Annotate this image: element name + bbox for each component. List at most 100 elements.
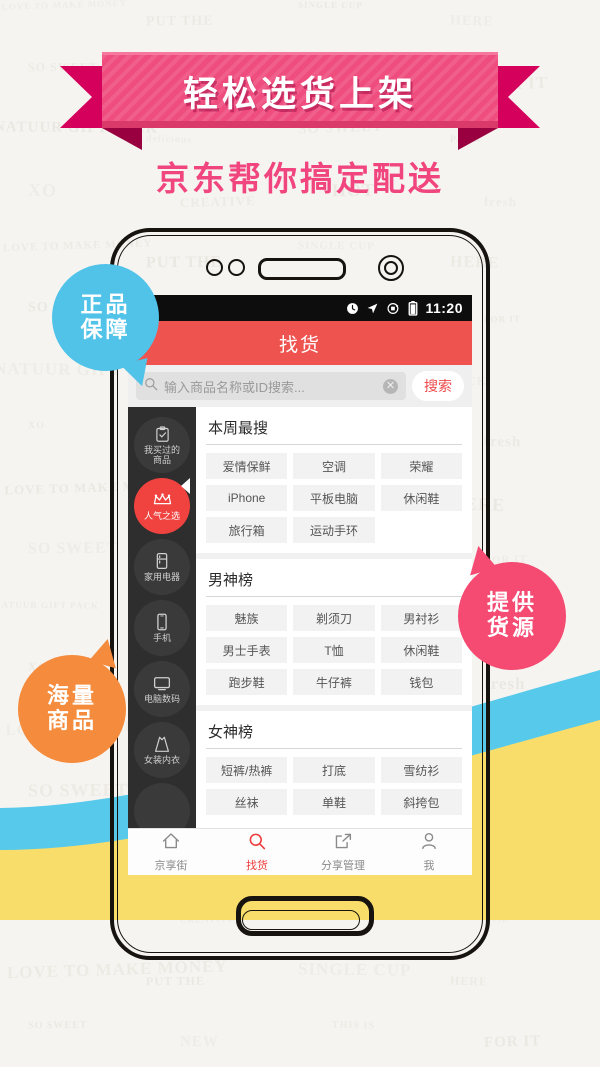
section-womens-top: 女神榜 短裤/热裤 打底 雪纺衫 丝袜 单鞋 斜挎包: [196, 705, 472, 825]
active-pointer-icon: [181, 478, 190, 494]
ribbon-banner: 轻松选货上架: [0, 52, 600, 150]
tag-item[interactable]: 休闲鞋: [380, 637, 462, 663]
tag-item[interactable]: T恤: [293, 637, 375, 663]
background-doodle-text: SO SWEET: [27, 539, 119, 558]
home-icon: [161, 832, 181, 855]
badge-authentic-guarantee: 正品 保障: [52, 264, 159, 391]
share-icon: [333, 832, 353, 855]
nav-item-label: 找货: [246, 859, 268, 872]
badge-line-2: 保障: [80, 316, 131, 342]
sidebar-item-computers[interactable]: 电脑数码: [134, 661, 190, 717]
ribbon-center: 轻松选货上架: [102, 52, 498, 128]
tag-item[interactable]: 打底: [293, 757, 375, 783]
badge-supply-source: 提供 货源: [458, 542, 566, 670]
tag-item[interactable]: 牛仔裤: [293, 669, 375, 695]
tag-item[interactable]: 单鞋: [293, 789, 375, 815]
tag-item[interactable]: 男士手表: [206, 637, 288, 663]
tag-item[interactable]: 运动手环: [293, 517, 375, 543]
background-doodle-text: SINGLE CUP: [297, 959, 412, 980]
sidebar-item-label: 电脑数码: [143, 694, 180, 704]
tag-item[interactable]: iPhone: [206, 485, 288, 511]
tag-item[interactable]: 爱情保鲜: [206, 453, 288, 479]
nav-item-share-management[interactable]: 分享管理: [300, 829, 386, 875]
phone-mockup: 11:20 找货 输入商品名称或ID搜索... ✕ 搜索 我买过的 商品 人气之…: [110, 228, 490, 960]
crown-icon: [153, 491, 172, 509]
tag-item[interactable]: 跑步鞋: [206, 669, 288, 695]
background-doodle-text: THIS IS: [331, 1019, 376, 1032]
tag-item[interactable]: 旅行箱: [206, 517, 288, 543]
tag-item[interactable]: 雪纺衫: [380, 757, 462, 783]
category-sidebar[interactable]: 我买过的 商品 人气之选 家用电器 手机 电脑数码 女装内衣: [128, 407, 196, 828]
sidebar-item-appliances[interactable]: 家用电器: [134, 539, 190, 595]
tag-grid: 魅族 剃须刀 男衬衫 男士手表 T恤 休闲鞋 跑步鞋 牛仔裤 钱包: [206, 605, 462, 695]
content-area: 本周最搜 爱情保鲜 空调 荣耀 iPhone 平板电脑 休闲鞋 旅行箱 运动手环…: [196, 407, 472, 828]
background-doodle-text: I LOVE TO MAKE MONEY: [0, 0, 128, 13]
banner-title: 轻松选货上架: [182, 75, 417, 114]
sensor-dot-icon: [228, 259, 245, 276]
sidebar-item-label: 女装内衣: [143, 755, 180, 765]
tag-grid: 爱情保鲜 空调 荣耀 iPhone 平板电脑 休闲鞋 旅行箱 运动手环: [206, 453, 462, 543]
tag-item[interactable]: 荣耀: [380, 453, 462, 479]
badge-line-1: 提供: [486, 590, 537, 616]
sidebar-item-partial[interactable]: [134, 783, 190, 828]
clear-icon[interactable]: ✕: [383, 378, 398, 394]
tag-item[interactable]: 男衬衫: [380, 605, 462, 631]
battery-icon: [408, 300, 418, 316]
sidebar-item-label: 家用电器: [143, 572, 180, 582]
search-input[interactable]: 输入商品名称或ID搜索... ✕: [136, 372, 406, 400]
rotation-lock-icon: [386, 302, 401, 315]
tag-item[interactable]: 休闲鞋: [380, 485, 462, 511]
tag-item[interactable]: 魅族: [206, 605, 288, 631]
banner-subtitle: 京东帮你搞定配送: [156, 160, 444, 197]
status-bar: 11:20: [128, 295, 472, 321]
dress-icon: [154, 735, 170, 753]
background-doodle-text: NATUUR GIFT PACK: [0, 599, 100, 611]
clock-icon: [346, 302, 359, 315]
badge-line-2: 货源: [486, 615, 537, 640]
badge-line-1: 正品: [80, 291, 131, 317]
tag-item[interactable]: 剃须刀: [293, 605, 375, 631]
front-camera-lens-icon: [384, 261, 398, 275]
app-bar: 找货: [128, 321, 472, 365]
refrigerator-icon: [155, 552, 169, 570]
background-doodle-text: PUT THE: [145, 13, 214, 30]
search-button[interactable]: 搜索: [412, 371, 464, 401]
ribbon-bottom-strip: [102, 121, 498, 128]
monitor-icon: [153, 674, 171, 692]
nav-item-profile[interactable]: 我: [386, 829, 472, 875]
section-divider: [206, 748, 462, 749]
badge-line-2: 商品: [46, 708, 97, 733]
tag-item[interactable]: 钱包: [380, 669, 462, 695]
screen-body: 我买过的 商品 人气之选 家用电器 手机 电脑数码 女装内衣 本周最搜 爱情保鲜…: [128, 407, 472, 828]
nav-item-find-goods[interactable]: 找货: [214, 829, 300, 875]
background-doodle-text: NEW: [179, 1033, 219, 1051]
tag-item[interactable]: 空调: [293, 453, 375, 479]
background-doodle-text: SINGLE CUP: [297, 0, 363, 11]
search-bar-area: 输入商品名称或ID搜索... ✕ 搜索: [128, 365, 472, 407]
nav-item-home[interactable]: 京享街: [128, 829, 214, 875]
tag-grid: 短裤/热裤 打底 雪纺衫 丝袜 单鞋 斜挎包: [206, 757, 462, 815]
sidebar-item-womens-wear[interactable]: 女装内衣: [134, 722, 190, 778]
location-icon: [366, 302, 379, 315]
app-title: 找货: [278, 334, 321, 356]
nav-item-label: 我: [423, 859, 435, 872]
sidebar-item-phone[interactable]: 手机: [134, 600, 190, 656]
sidebar-item-my-purchases[interactable]: 我买过的 商品: [134, 417, 190, 473]
tag-item[interactable]: 丝袜: [206, 789, 288, 815]
badge-line-1: 海量: [46, 683, 97, 709]
sidebar-item-label: 我买过的 商品: [143, 445, 180, 465]
tag-item[interactable]: 短裤/热裤: [206, 757, 288, 783]
background-doodle-text: PUT THE: [145, 973, 205, 989]
nav-item-label: 京享街: [154, 859, 188, 872]
background-doodle-text: XO: [27, 419, 46, 432]
tag-item[interactable]: 斜挎包: [380, 789, 462, 815]
section-weekly-top: 本周最搜 爱情保鲜 空调 荣耀 iPhone 平板电脑 休闲鞋 旅行箱 运动手环: [196, 407, 472, 553]
sidebar-item-popular[interactable]: 人气之选: [134, 478, 190, 534]
earpiece-speaker-icon: [258, 258, 346, 280]
background-doodle-text: SO SWEET: [27, 1019, 88, 1032]
tag-item[interactable]: 平板电脑: [293, 485, 375, 511]
status-time: 11:20: [425, 300, 463, 316]
phone-screen: 11:20 找货 输入商品名称或ID搜索... ✕ 搜索 我买过的 商品 人气之…: [128, 295, 472, 875]
section-mens-top: 男神榜 魅族 剃须刀 男衬衫 男士手表 T恤 休闲鞋 跑步鞋 牛仔裤 钱包: [196, 553, 472, 705]
background-doodle-text: HERE: [449, 973, 489, 989]
